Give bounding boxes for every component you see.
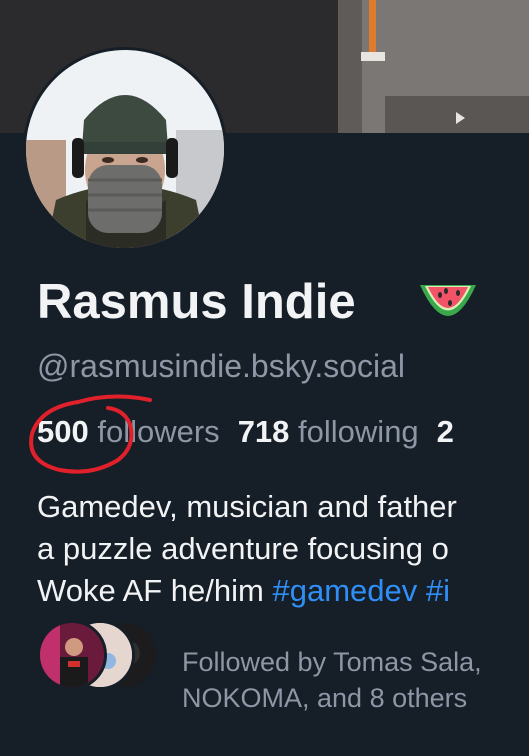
follower-avatar-1 [37, 620, 107, 690]
following-count: 718 [237, 414, 290, 449]
followers-link[interactable]: 500 followers [37, 414, 220, 449]
following-label: following [298, 414, 419, 449]
watermelon-icon [420, 285, 476, 316]
followed-by-avatars[interactable] [37, 620, 167, 690]
hashtag-partial[interactable]: #i [426, 573, 450, 608]
posts-count: 2 [436, 414, 454, 449]
followed-by-text[interactable]: Followed by Tomas Sala, NOKOMA, and 8 ot… [182, 644, 482, 716]
hashtag-gamedev[interactable]: #gamedev [272, 573, 417, 608]
followed-by-line-1: Followed by Tomas Sala, [182, 647, 482, 677]
bio-line-1: Gamedev, musician and father [37, 489, 457, 524]
display-name: Rasmus Indie [37, 275, 356, 329]
followed-by-line-2: NOKOMA, and 8 others [182, 683, 468, 713]
banner-wall [338, 0, 362, 133]
followers-label: followers [97, 414, 220, 449]
bio-line-2: a puzzle adventure focusing o [37, 531, 449, 566]
profile-stats: 500 followers 718 following 2 [37, 412, 454, 452]
banner-pillar-base [361, 52, 385, 61]
banner-spike-icon [456, 112, 465, 124]
followers-count: 500 [37, 414, 89, 449]
profile-bio: Gamedev, musician and father a puzzle ad… [37, 486, 457, 612]
following-link[interactable]: 718 following [238, 414, 419, 449]
profile-avatar[interactable] [23, 47, 227, 251]
bio-line-3-text: Woke AF he/him [37, 573, 273, 608]
avatar-photo [26, 50, 224, 248]
profile-handle: @rasmusindie.bsky.social [37, 348, 406, 384]
bio-line-3: Woke AF he/him #gamedev #i [37, 570, 457, 612]
banner-orange-pillar [369, 0, 376, 52]
